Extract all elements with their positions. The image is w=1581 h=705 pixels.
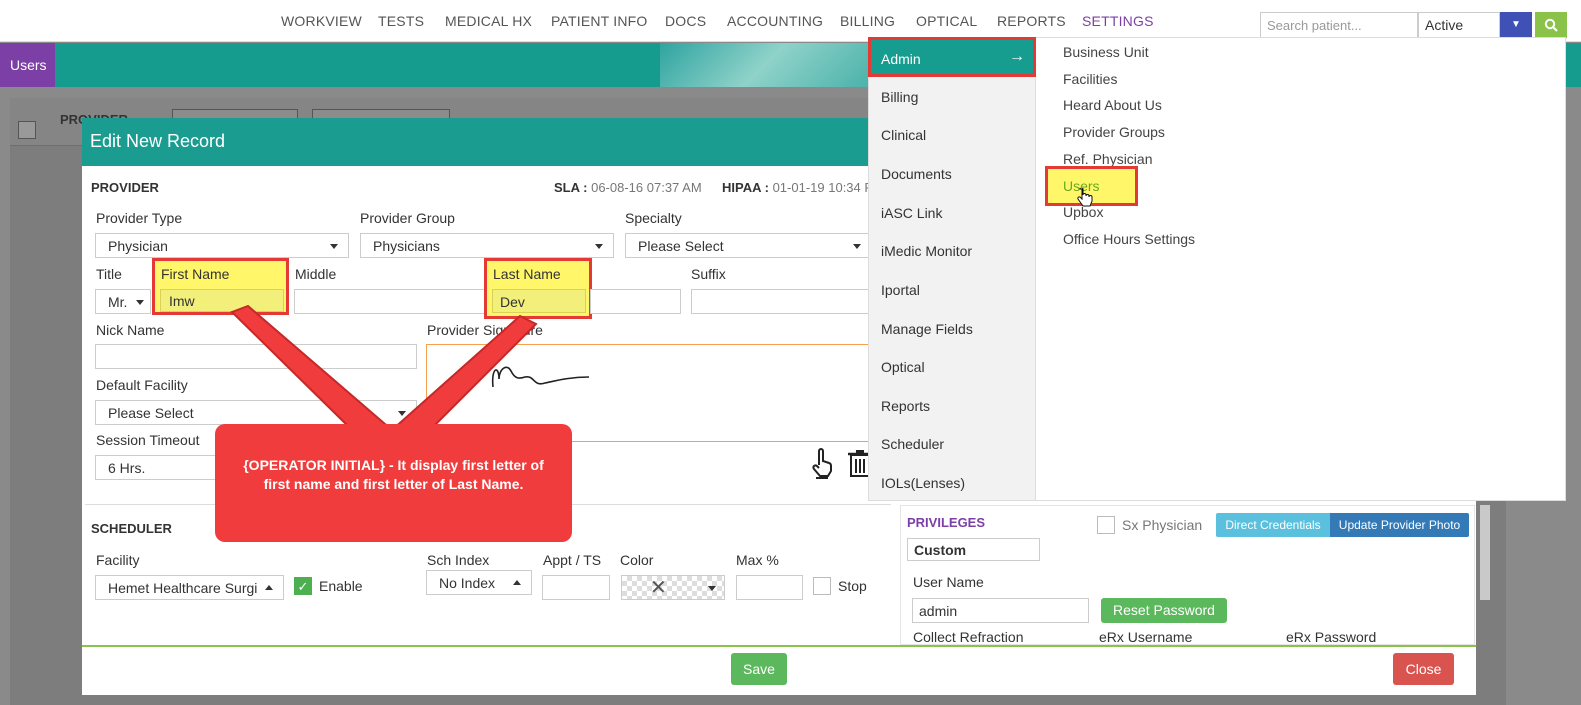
menu-provider-groups[interactable]: Provider Groups	[1063, 124, 1165, 140]
menu-iasc-link[interactable]: iASC Link	[881, 205, 942, 221]
menu-optical[interactable]: Optical	[881, 359, 925, 375]
cursor-hand-icon	[1077, 188, 1093, 207]
menu-manage-fields[interactable]: Manage Fields	[881, 321, 973, 337]
menu-heard-about-us[interactable]: Heard About Us	[1063, 97, 1162, 113]
menu-billing[interactable]: Billing	[881, 89, 918, 105]
menu-iportal[interactable]: Iportal	[881, 282, 920, 298]
menu-admin[interactable]: Admin →	[868, 37, 1036, 77]
menu-clinical[interactable]: Clinical	[881, 127, 926, 143]
menu-facilities[interactable]: Facilities	[1063, 71, 1117, 87]
settings-menu-categories	[868, 37, 1036, 501]
menu-documents[interactable]: Documents	[881, 166, 952, 182]
menu-admin-label: Admin	[881, 51, 921, 67]
menu-iols-lenses[interactable]: IOLs(Lenses)	[881, 475, 965, 491]
arrow-right-icon: →	[1009, 48, 1025, 65]
menu-reports[interactable]: Reports	[881, 398, 930, 414]
menu-scheduler[interactable]: Scheduler	[881, 436, 944, 452]
operator-initial-callout: {OPERATOR INITIAL} - It display first le…	[215, 424, 572, 542]
menu-business-unit[interactable]: Business Unit	[1063, 44, 1149, 60]
menu-imedic-monitor[interactable]: iMedic Monitor	[881, 243, 972, 259]
menu-office-hours-settings[interactable]: Office Hours Settings	[1063, 231, 1195, 247]
menu-ref-physician[interactable]: Ref. Physician	[1063, 151, 1152, 167]
